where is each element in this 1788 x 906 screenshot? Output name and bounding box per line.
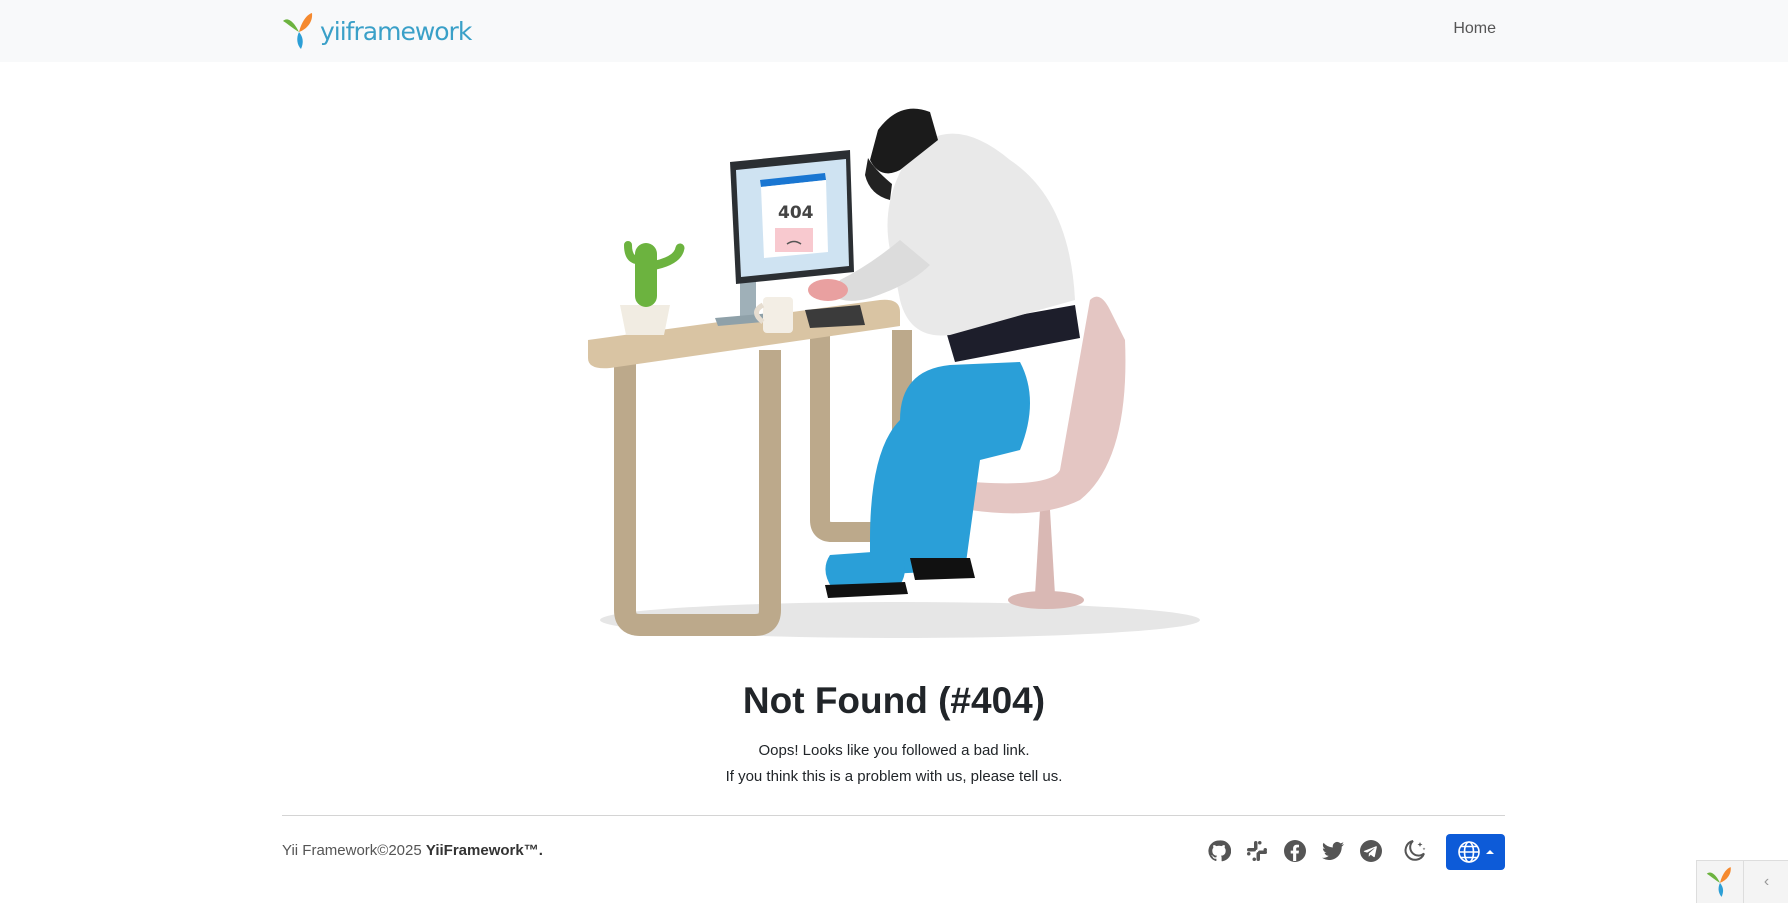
globe-icon [1457,841,1480,863]
error-help-text: If you think this is a problem with us, … [0,768,1788,785]
theme-toggle-icon[interactable] [1402,838,1428,864]
monitor-404-text: 404 [778,203,814,223]
page-title: Not Found (#404) [742,680,1046,721]
caret-up-icon [1485,850,1494,854]
footer-copyright: Yii Framework©2025 YiiFramework™. [282,842,543,859]
debug-toolbar-toggle[interactable]: ‹ [1743,861,1788,903]
chevron-left-icon: ‹ [1763,873,1770,890]
debug-toolbar: ‹ [1696,860,1788,903]
language-selector-button[interactable] [1446,834,1505,870]
brand-logo[interactable]: yiiframework [282,12,472,50]
copyright-text: Yii Framework©2025 [282,842,422,859]
github-icon[interactable] [1206,838,1232,864]
yii-logo-icon [1706,867,1731,897]
report-problem-link[interactable]: If you think this is a problem with us, … [726,768,1063,785]
telegram-icon[interactable] [1358,838,1384,864]
debug-toolbar-logo[interactable] [1697,861,1743,903]
facebook-icon[interactable] [1282,838,1308,864]
slack-icon[interactable] [1244,838,1270,864]
yii-logo-icon [283,13,313,49]
twitter-icon[interactable] [1320,838,1346,864]
navbar: yiiframework Home [0,0,1788,62]
social-links [1206,838,1428,864]
brand-name: yiiframework [320,16,472,46]
nav-home-link[interactable]: Home [1453,20,1496,38]
footer-brand: YiiFramework™. [425,842,543,859]
footer-divider [282,815,1505,816]
error-illustration: 404 [588,108,1200,638]
error-message: Oops! Looks like you followed a bad link… [758,742,1030,759]
